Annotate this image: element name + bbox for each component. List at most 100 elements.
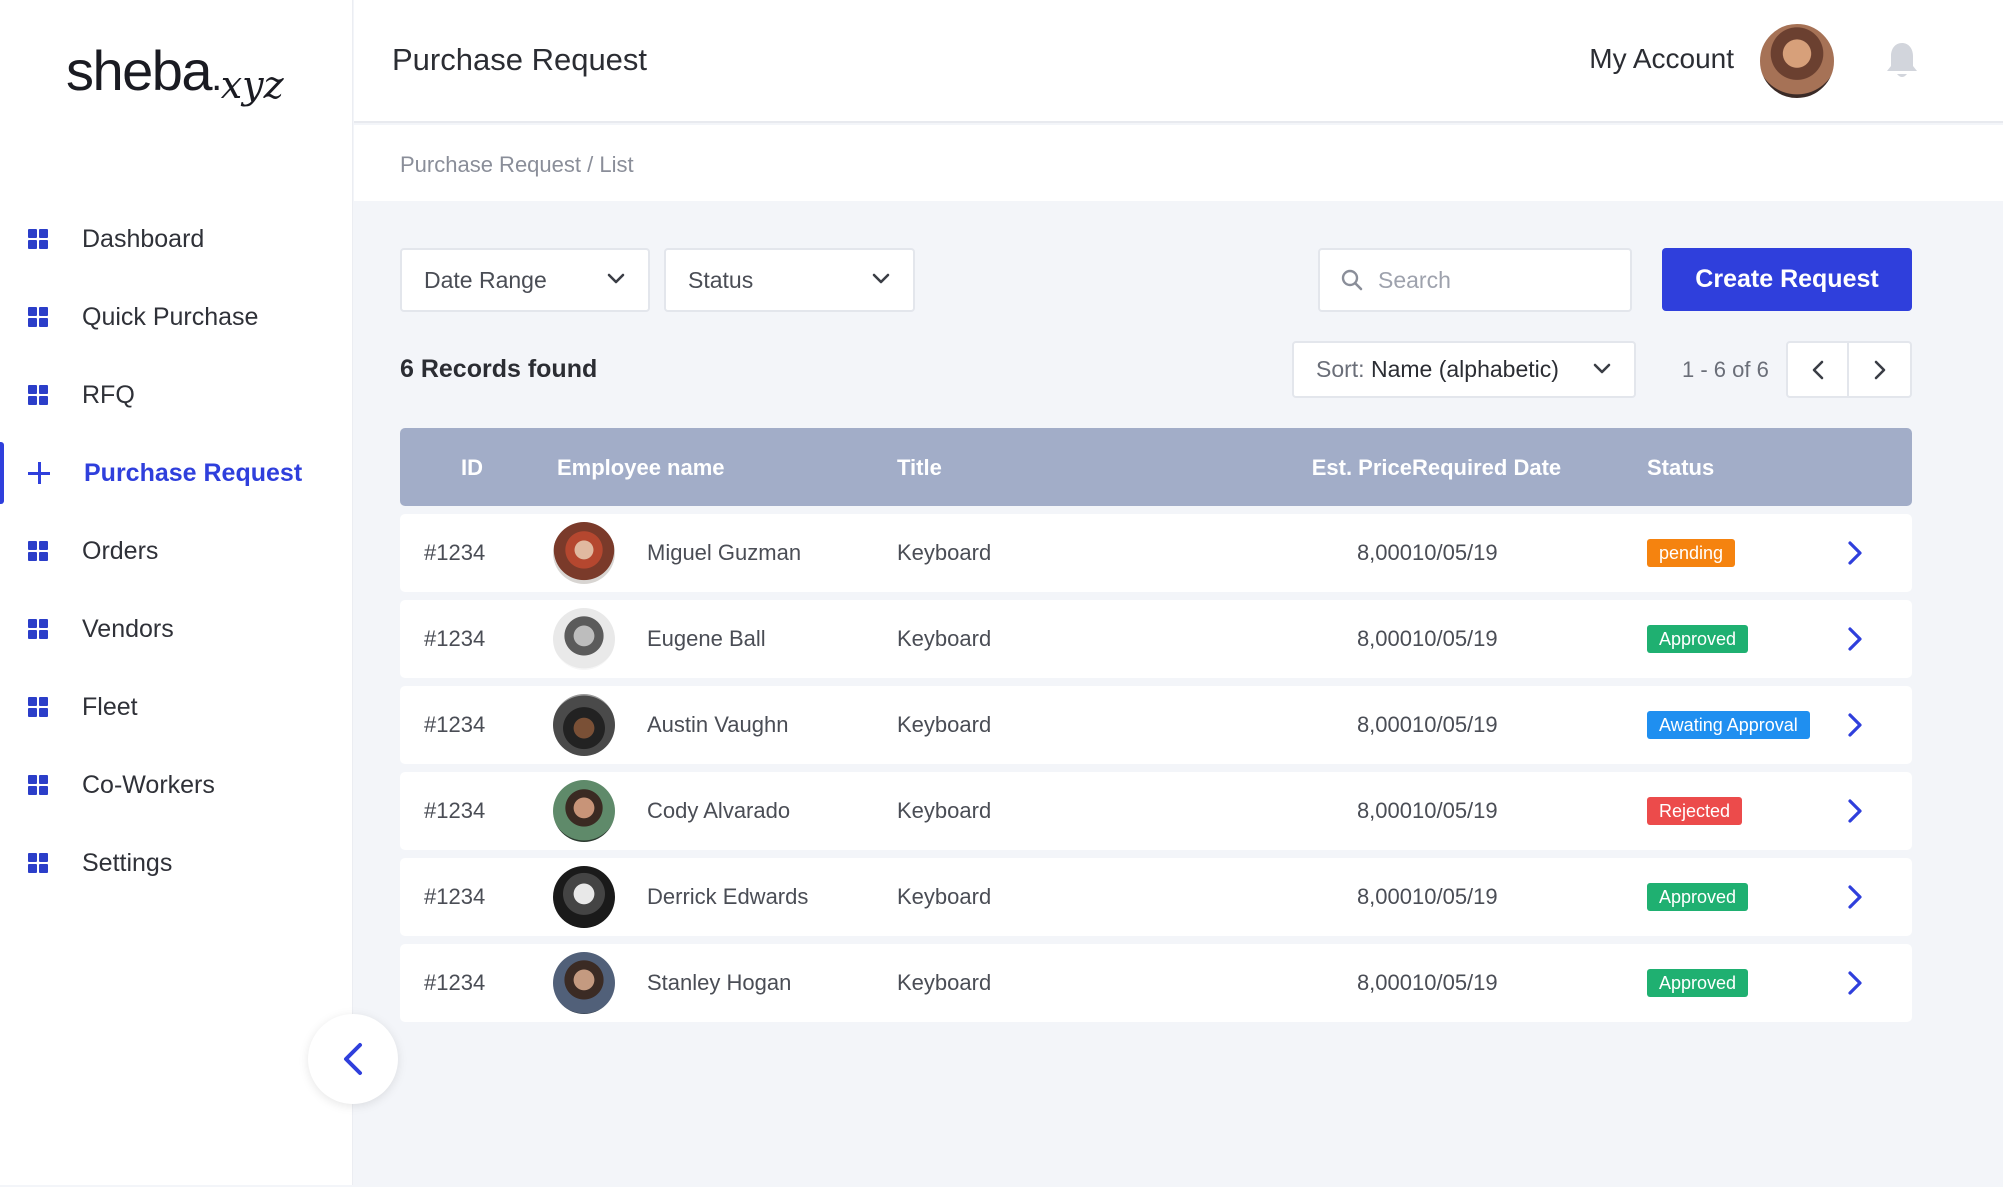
grid-icon bbox=[28, 775, 48, 795]
avatar bbox=[553, 694, 615, 756]
row-est-price: 8,000 bbox=[1356, 798, 1412, 823]
sort-value: Name (alphabetic) bbox=[1370, 356, 1559, 382]
logo-main: sheba bbox=[66, 39, 213, 102]
chevron-left-icon bbox=[1812, 360, 1823, 379]
sidebar-item-fleet[interactable]: Fleet bbox=[0, 668, 353, 746]
breadcrumb: Purchase Request / List bbox=[400, 152, 634, 177]
plus-icon bbox=[28, 462, 50, 484]
sort-prefix: Sort: bbox=[1316, 356, 1371, 382]
status-badge: Approved bbox=[1647, 969, 1749, 997]
sidebar-item-label: Orders bbox=[82, 536, 159, 565]
my-account-link[interactable]: My Account bbox=[1589, 43, 1734, 75]
chevron-down-icon bbox=[872, 273, 890, 284]
table-header: ID Employee name Title Est. Price Requir… bbox=[400, 428, 1912, 506]
avatar bbox=[553, 608, 615, 670]
chevron-left-icon bbox=[344, 1043, 362, 1075]
chevron-right-icon[interactable] bbox=[1846, 711, 1864, 739]
grid-icon bbox=[28, 229, 48, 249]
table-row[interactable]: #1234 Eugene Ball Keyboard 8,000 10/05/1… bbox=[400, 600, 1912, 678]
grid-icon bbox=[28, 307, 48, 327]
pagination-info: 1 - 6 of 6 bbox=[1682, 357, 1769, 382]
avatar bbox=[553, 522, 615, 584]
avatar bbox=[553, 866, 615, 928]
column-header-employee-name[interactable]: Employee name bbox=[557, 455, 725, 481]
row-title: Keyboard bbox=[897, 626, 992, 651]
create-request-button[interactable]: Create Request bbox=[1662, 248, 1912, 311]
grid-icon bbox=[28, 619, 48, 639]
table-row[interactable]: #1234 Derrick Edwards Keyboard 8,000 10/… bbox=[400, 858, 1912, 936]
row-id: #1234 bbox=[424, 626, 486, 651]
date-range-label: Date Range bbox=[424, 266, 547, 293]
logo-suffix: xyz bbox=[220, 63, 284, 107]
sidebar-item-vendors[interactable]: Vendors bbox=[0, 590, 353, 668]
page-title: Purchase Request bbox=[392, 42, 648, 77]
sidebar-collapse-button[interactable] bbox=[308, 1014, 398, 1104]
chevron-down-icon bbox=[607, 273, 625, 284]
breadcrumb-bar: Purchase Request / List bbox=[354, 125, 2003, 201]
column-header-title[interactable]: Title bbox=[897, 455, 942, 481]
row-est-price: 8,000 bbox=[1356, 884, 1412, 909]
sidebar-item-label: Settings bbox=[82, 848, 173, 877]
bell-icon[interactable] bbox=[1885, 40, 1919, 80]
search-box bbox=[1318, 248, 1632, 312]
table-row[interactable]: #1234 Stanley Hogan Keyboard 8,000 10/05… bbox=[400, 944, 1912, 1022]
grid-icon bbox=[28, 853, 48, 873]
row-id: #1234 bbox=[424, 970, 486, 995]
sidebar-item-label: Dashboard bbox=[82, 224, 205, 253]
row-employee-name: Stanley Hogan bbox=[647, 970, 792, 995]
top-bar: Purchase Request My Account bbox=[354, 0, 2003, 123]
table-row[interactable]: #1234 Austin Vaughn Keyboard 8,000 10/05… bbox=[400, 686, 1912, 764]
row-title: Keyboard bbox=[897, 884, 992, 909]
chevron-right-icon[interactable] bbox=[1846, 883, 1864, 911]
chevron-right-icon[interactable] bbox=[1846, 539, 1864, 567]
table-row[interactable]: #1234 Cody Alvarado Keyboard 8,000 10/05… bbox=[400, 772, 1912, 850]
sidebar-item-quick-purchase[interactable]: Quick Purchase bbox=[0, 278, 353, 356]
sidebar-item-purchase-request[interactable]: Purchase Request bbox=[0, 434, 353, 512]
sidebar: sheba.xyz Dashboard Quick Purchase RFQ P… bbox=[0, 0, 353, 1185]
column-header-id[interactable]: ID bbox=[461, 455, 483, 481]
previous-page-button[interactable] bbox=[1786, 341, 1849, 398]
sort-select[interactable]: Sort: Name (alphabetic) bbox=[1292, 341, 1636, 398]
brand-logo[interactable]: sheba.xyz bbox=[66, 38, 284, 107]
grid-icon bbox=[28, 385, 48, 405]
status-label: Status bbox=[688, 266, 754, 293]
column-header-status[interactable]: Status bbox=[1647, 455, 1714, 481]
row-employee-name: Austin Vaughn bbox=[647, 712, 789, 737]
column-header-est-price[interactable]: Est. Price bbox=[1212, 455, 1412, 481]
sidebar-item-label: Quick Purchase bbox=[82, 302, 259, 331]
records-count: 6 Records found bbox=[400, 355, 598, 383]
chevron-right-icon[interactable] bbox=[1846, 797, 1864, 825]
row-id: #1234 bbox=[424, 798, 486, 823]
row-title: Keyboard bbox=[897, 712, 992, 737]
status-select[interactable]: Status bbox=[664, 248, 915, 312]
sidebar-nav: Dashboard Quick Purchase RFQ Purchase Re… bbox=[0, 200, 353, 902]
avatar[interactable] bbox=[1758, 22, 1836, 100]
sidebar-item-orders[interactable]: Orders bbox=[0, 512, 353, 590]
avatar bbox=[553, 780, 615, 842]
row-required-date: 10/05/19 bbox=[1412, 712, 1498, 737]
sidebar-item-dashboard[interactable]: Dashboard bbox=[0, 200, 353, 278]
row-id: #1234 bbox=[424, 884, 486, 909]
search-input[interactable] bbox=[1378, 266, 1598, 294]
avatar bbox=[553, 952, 615, 1014]
sidebar-item-label: RFQ bbox=[82, 380, 135, 409]
chevron-right-icon[interactable] bbox=[1846, 969, 1864, 997]
status-badge: Awating Approval bbox=[1647, 711, 1810, 739]
sidebar-item-label: Co-Workers bbox=[82, 770, 215, 799]
row-required-date: 10/05/19 bbox=[1412, 626, 1498, 651]
row-title: Keyboard bbox=[897, 798, 992, 823]
date-range-select[interactable]: Date Range bbox=[400, 248, 650, 312]
next-page-button[interactable] bbox=[1849, 341, 1912, 398]
row-est-price: 8,000 bbox=[1356, 970, 1412, 995]
search-icon bbox=[1341, 269, 1363, 291]
sidebar-item-settings[interactable]: Settings bbox=[0, 824, 353, 902]
table-row[interactable]: #1234 Miguel Guzman Keyboard 8,000 10/05… bbox=[400, 514, 1912, 592]
chevron-right-icon[interactable] bbox=[1846, 625, 1864, 653]
column-header-required-date[interactable]: Required Date bbox=[1412, 455, 1561, 481]
sidebar-item-rfq[interactable]: RFQ bbox=[0, 356, 353, 434]
sidebar-item-label: Purchase Request bbox=[84, 458, 303, 487]
row-required-date: 10/05/19 bbox=[1412, 798, 1498, 823]
sidebar-item-co-workers[interactable]: Co-Workers bbox=[0, 746, 353, 824]
grid-icon bbox=[28, 697, 48, 717]
table-body: #1234 Miguel Guzman Keyboard 8,000 10/05… bbox=[400, 514, 1912, 1030]
